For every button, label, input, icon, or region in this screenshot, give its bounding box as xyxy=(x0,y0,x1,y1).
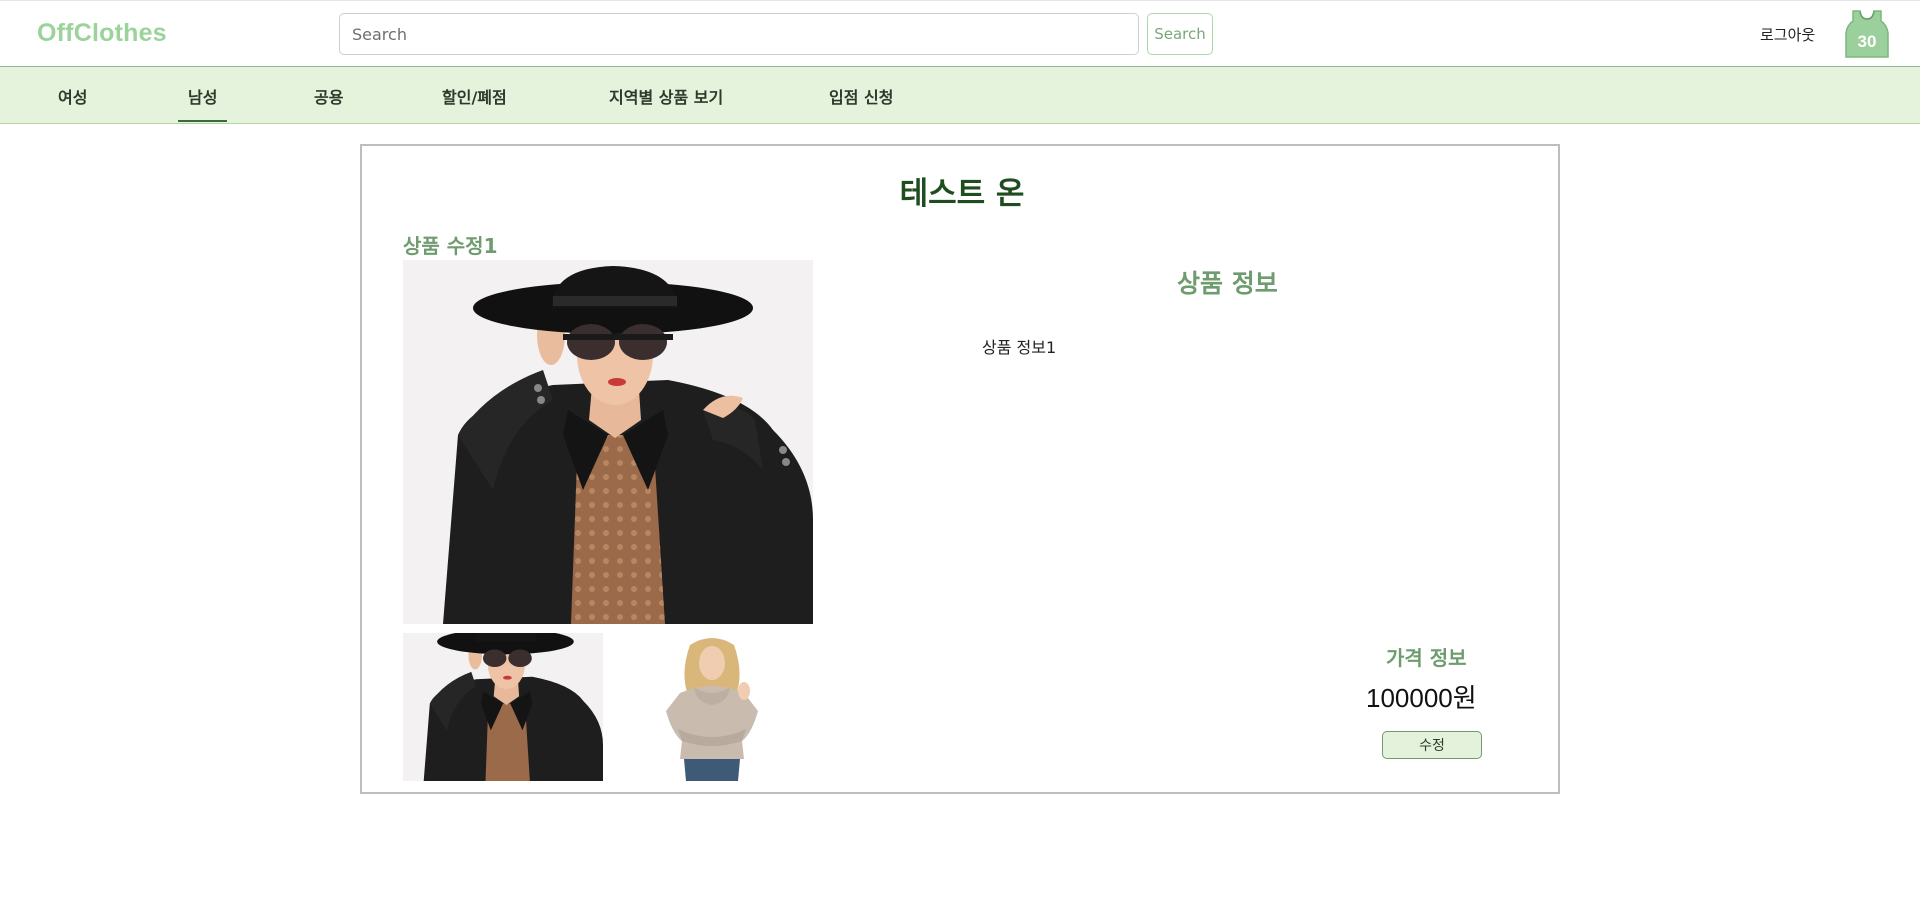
logout-link[interactable]: 로그아웃 xyxy=(1760,24,1815,45)
store-title: 테스트 온 xyxy=(899,176,1025,212)
category-nav: 여성 남성 공용 할인/폐점 지역별 상품 보기 입점 신청 xyxy=(0,66,1920,124)
search-button[interactable]: Search xyxy=(1147,13,1213,55)
site-logo[interactable]: OffClothes xyxy=(37,19,167,48)
nav-item-women[interactable]: 여성 xyxy=(48,84,97,120)
edit-button[interactable]: 수정 xyxy=(1382,731,1482,759)
nav-item-store-apply[interactable]: 입점 신청 xyxy=(819,84,903,120)
product-info-text: 상품 정보1 xyxy=(982,338,1057,357)
nav-item-sale-closing[interactable]: 할인/폐점 xyxy=(432,84,517,120)
product-card: 테스트 온 상품 수정1 상품 정보 상품 정보1 가격 정보 100000원 … xyxy=(360,144,1560,794)
main-product-image xyxy=(403,260,813,624)
nav-item-unisex[interactable]: 공용 xyxy=(304,84,353,120)
product-info-title: 상품 정보 xyxy=(1177,269,1278,298)
jersey-number: 30 xyxy=(1858,32,1877,51)
product-thumbnail-1[interactable] xyxy=(403,633,603,781)
nav-item-by-region[interactable]: 지역별 상품 보기 xyxy=(599,84,733,120)
product-thumbnail-2[interactable] xyxy=(632,633,792,781)
search-input[interactable] xyxy=(339,13,1139,55)
nav-item-men[interactable]: 남성 xyxy=(178,84,228,122)
top-header: OffClothes Search 로그아웃 30 xyxy=(0,0,1920,66)
product-name: 상품 수정1 xyxy=(403,234,498,258)
jersey-30-icon[interactable]: 30 xyxy=(1843,9,1891,59)
price-info-title: 가격 정보 xyxy=(1386,646,1467,670)
price-value: 100000원 xyxy=(1366,683,1477,713)
